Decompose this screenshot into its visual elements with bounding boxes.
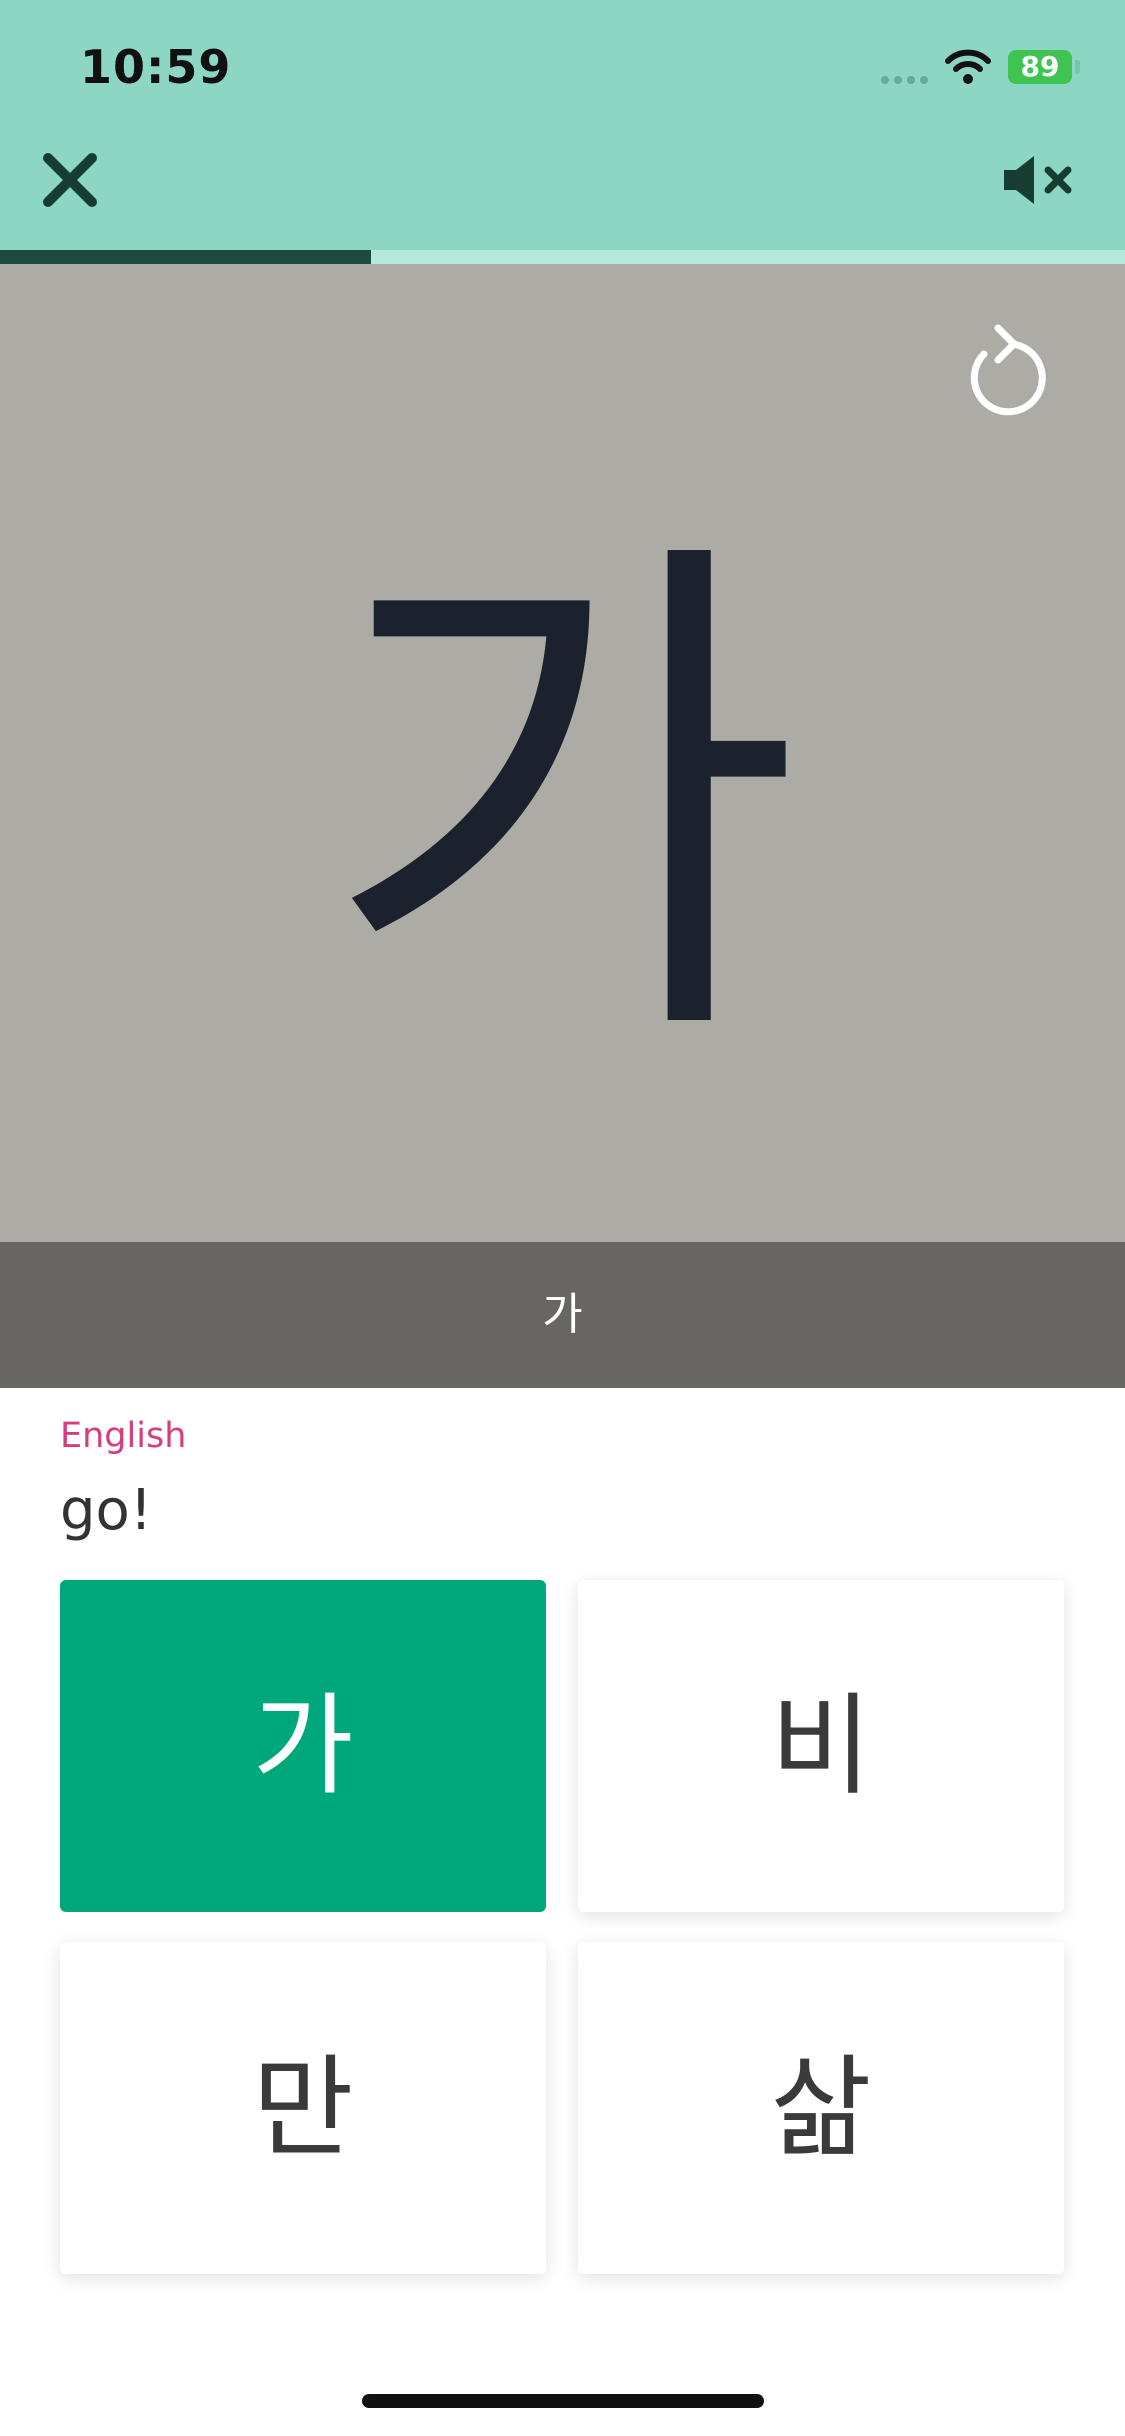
battery-level: 89 bbox=[1020, 50, 1060, 83]
battery-icon: 89 bbox=[1008, 50, 1072, 84]
cellular-signal-icon bbox=[881, 76, 928, 84]
replay-button[interactable] bbox=[960, 320, 1050, 420]
battery-tip bbox=[1075, 60, 1080, 74]
home-indicator[interactable] bbox=[362, 2394, 764, 2408]
answer-choice-2[interactable]: 비 bbox=[578, 1580, 1064, 1912]
language-label: English bbox=[60, 1416, 187, 1456]
answer-choice-3[interactable]: 만 bbox=[60, 1942, 546, 2274]
question-prompt: go! bbox=[60, 1478, 153, 1543]
answer-choice-1[interactable]: 가 bbox=[60, 1580, 546, 1912]
status-time: 10:59 bbox=[80, 40, 232, 94]
close-button[interactable] bbox=[40, 150, 100, 210]
close-icon bbox=[43, 153, 97, 207]
answer-choice-4[interactable]: 삶 bbox=[578, 1942, 1064, 2274]
top-bar: 10:59 89 bbox=[0, 0, 1125, 250]
character-caption: 가 bbox=[0, 1242, 1125, 1388]
mute-button[interactable] bbox=[1000, 150, 1080, 210]
replay-icon bbox=[970, 324, 1046, 416]
stroke-character: 가 bbox=[323, 497, 802, 1103]
wifi-icon bbox=[945, 49, 991, 84]
speaker-muted-icon bbox=[1004, 156, 1072, 204]
lesson-progress-fill bbox=[0, 250, 372, 264]
lesson-progress-bar bbox=[0, 250, 1125, 264]
